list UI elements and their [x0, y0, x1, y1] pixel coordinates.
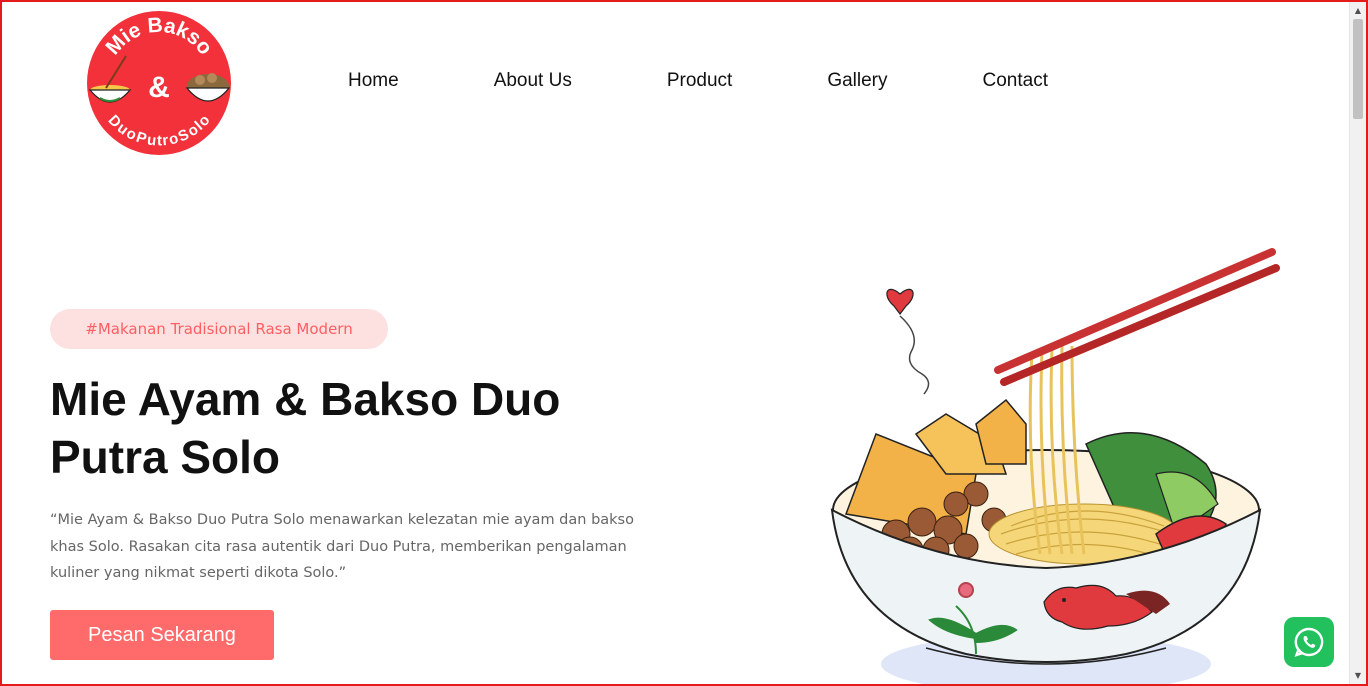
vertical-scrollbar[interactable]: ▲ ▼ [1349, 2, 1366, 684]
heart-icon [886, 288, 930, 395]
scroll-up-arrow-icon[interactable]: ▲ [1350, 2, 1366, 19]
site-logo[interactable]: Mie Bakso DuoPutroSolo & [86, 10, 232, 156]
hero-tag-badge: #Makanan Tradisional Rasa Modern [50, 309, 388, 349]
main-nav: Home About Us Product Gallery Contact [348, 70, 1048, 92]
logo-ampersand: & [148, 71, 170, 104]
scrollbar-thumb[interactable] [1353, 19, 1363, 119]
hero-title: Mie Ayam & Bakso Duo Putra Solo [50, 373, 561, 483]
nav-home[interactable]: Home [348, 70, 399, 92]
scroll-down-arrow-icon[interactable]: ▼ [1350, 667, 1366, 684]
nav-product[interactable]: Product [667, 70, 732, 92]
noodle-bowl-illustration [826, 234, 1286, 686]
nav-gallery[interactable]: Gallery [827, 70, 887, 92]
nav-about-us[interactable]: About Us [494, 70, 572, 92]
hero-description: “Mie Ayam & Bakso Duo Putra Solo menawar… [50, 512, 634, 581]
chopsticks-icon [994, 248, 1280, 386]
nav-contact[interactable]: Contact [983, 70, 1048, 92]
whatsapp-button[interactable] [1284, 617, 1334, 667]
whatsapp-icon [1294, 627, 1324, 657]
order-now-button[interactable]: Pesan Sekarang [50, 610, 274, 660]
